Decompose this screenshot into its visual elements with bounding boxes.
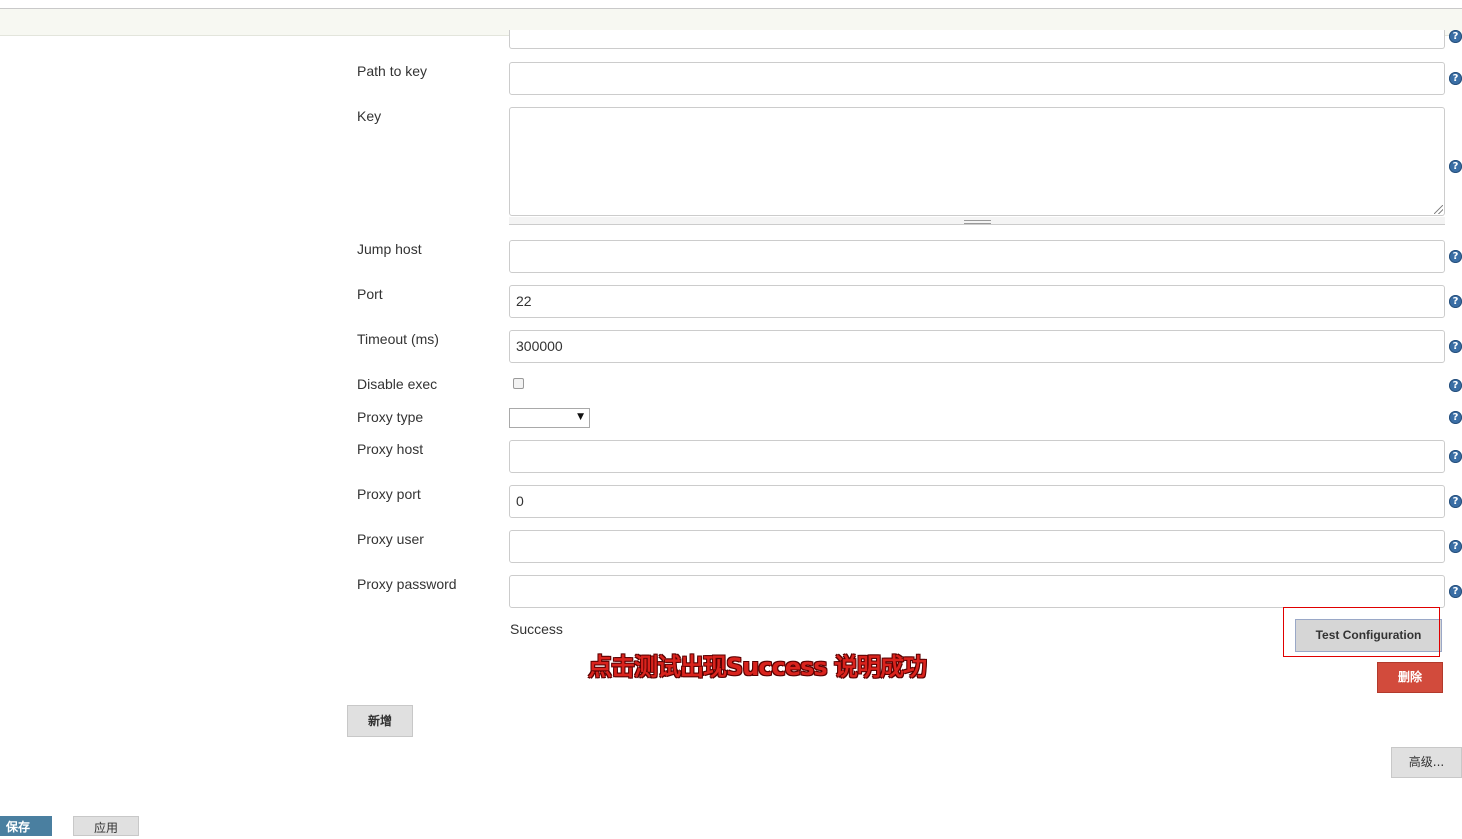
help-icon[interactable]: ?: [1449, 450, 1462, 463]
help-icon[interactable]: ?: [1449, 411, 1462, 424]
timeout-label: Timeout (ms): [357, 331, 439, 347]
annotation-text: 点击测试出现Success 说明成功: [588, 653, 927, 681]
help-icon[interactable]: ?: [1449, 30, 1462, 43]
test-result-text: Success: [510, 621, 563, 637]
proxy-host-label: Proxy host: [357, 441, 424, 457]
proxy-password-label: Proxy password: [357, 576, 457, 592]
proxy-type-label: Proxy type: [357, 409, 424, 425]
apply-button[interactable]: 应用: [73, 816, 139, 836]
previous-field-input[interactable]: [509, 30, 1445, 49]
help-icon[interactable]: ?: [1449, 540, 1462, 553]
help-icon[interactable]: ?: [1449, 379, 1462, 392]
path-to-key-label: Path to key: [357, 63, 428, 79]
jump-host-input[interactable]: [509, 240, 1445, 273]
help-icon[interactable]: ?: [1449, 585, 1462, 598]
key-label: Key: [357, 108, 382, 124]
advanced-button[interactable]: 高级...: [1391, 747, 1462, 778]
timeout-input[interactable]: 300000: [509, 330, 1445, 363]
help-icon[interactable]: ?: [1449, 250, 1462, 263]
highlight-box: [1283, 607, 1440, 657]
port-label: Port: [357, 286, 383, 302]
proxy-host-input[interactable]: [509, 440, 1445, 473]
dropdown-arrow-icon: ▼: [577, 412, 584, 422]
port-input[interactable]: 22: [509, 285, 1445, 318]
proxy-port-label: Proxy port: [357, 486, 421, 502]
disable-exec-label: Disable exec: [357, 376, 438, 392]
jump-host-label: Jump host: [357, 241, 422, 257]
help-icon[interactable]: ?: [1449, 72, 1462, 85]
proxy-port-input[interactable]: 0: [509, 485, 1445, 518]
path-to-key-input[interactable]: [509, 62, 1445, 95]
help-icon[interactable]: ?: [1449, 160, 1462, 173]
key-textarea[interactable]: [509, 107, 1445, 216]
save-button[interactable]: 保存: [0, 816, 52, 836]
proxy-user-input[interactable]: [509, 530, 1445, 563]
proxy-user-label: Proxy user: [357, 531, 424, 547]
delete-button[interactable]: 删除: [1377, 662, 1443, 693]
proxy-type-select[interactable]: ▼: [509, 408, 590, 428]
help-icon[interactable]: ?: [1449, 495, 1462, 508]
help-icon[interactable]: ?: [1449, 340, 1462, 353]
grip-lines-icon: [964, 220, 991, 224]
resize-handle-icon[interactable]: [1434, 205, 1443, 214]
add-button[interactable]: 新增: [347, 705, 413, 737]
proxy-password-input[interactable]: [509, 575, 1445, 608]
disable-exec-checkbox[interactable]: [513, 378, 524, 389]
help-icon[interactable]: ?: [1449, 295, 1462, 308]
textarea-grip[interactable]: [509, 217, 1445, 225]
